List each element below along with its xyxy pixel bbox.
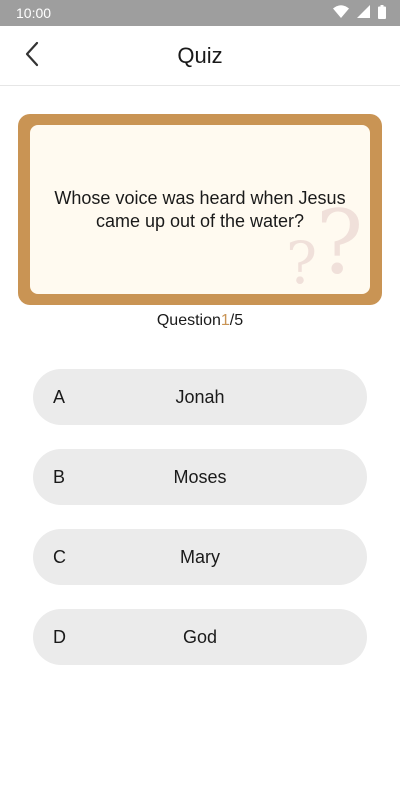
status-bar: 10:00 bbox=[0, 0, 400, 26]
wifi-icon bbox=[333, 5, 349, 21]
app-bar: Quiz bbox=[0, 26, 400, 86]
status-time: 10:00 bbox=[16, 5, 52, 21]
question-card: Whose voice was heard when Jesus came up… bbox=[18, 114, 382, 305]
option-text: Moses bbox=[173, 466, 227, 487]
answer-option-c[interactable]: C Mary bbox=[33, 529, 367, 585]
option-text: God bbox=[182, 626, 218, 647]
answer-option-d[interactable]: D God bbox=[33, 609, 367, 665]
option-text: Mary bbox=[180, 546, 220, 567]
progress-current: 1 bbox=[220, 312, 230, 329]
progress-prefix: Question bbox=[156, 312, 221, 329]
battery-icon bbox=[378, 4, 386, 22]
question-card-inner: Whose voice was heard when Jesus came up… bbox=[30, 125, 370, 294]
question-text: Whose voice was heard when Jesus came up… bbox=[54, 188, 346, 231]
svg-text:?: ? bbox=[286, 229, 317, 294]
progress-total: 5 bbox=[234, 312, 244, 329]
answer-option-a[interactable]: A Jonah bbox=[33, 369, 367, 425]
answer-option-b[interactable]: B Moses bbox=[33, 449, 367, 505]
page-title: Quiz bbox=[177, 43, 223, 68]
question-progress: Question1/5 bbox=[0, 312, 400, 332]
status-icons bbox=[333, 4, 386, 22]
cell-signal-icon bbox=[357, 5, 370, 21]
option-text: Jonah bbox=[175, 386, 225, 407]
